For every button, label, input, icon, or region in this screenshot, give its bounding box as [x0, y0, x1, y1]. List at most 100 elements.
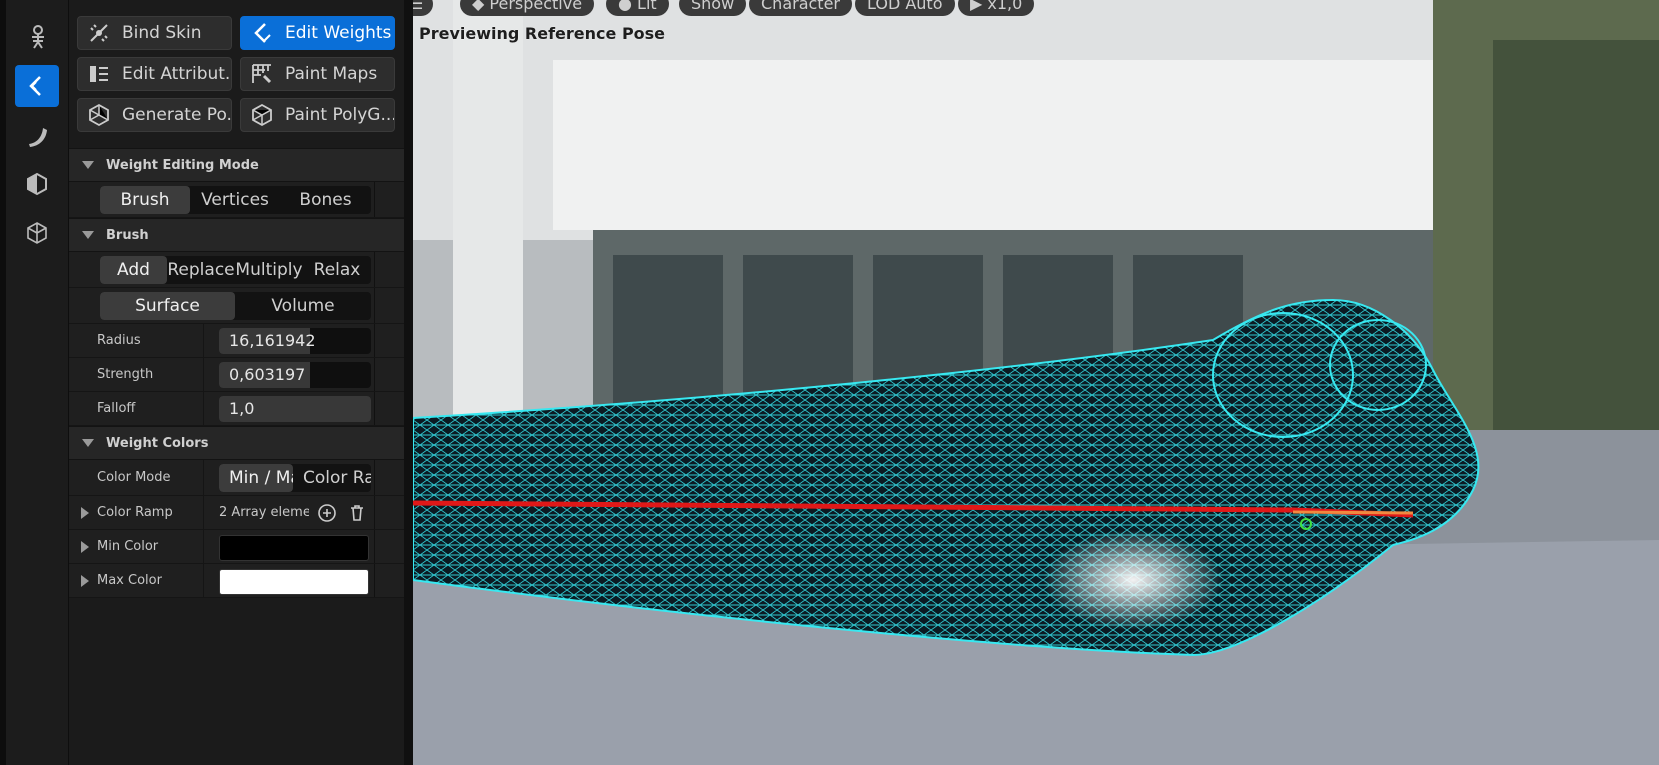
radius-input[interactable]: 16,161942: [219, 328, 371, 354]
edit-attributes-label: Edit Attribut...: [122, 64, 232, 84]
viewport-lod-button[interactable]: LOD Auto: [855, 0, 955, 16]
bind-skin-button[interactable]: Bind Skin: [77, 16, 232, 50]
color-ramp-count: 2 Array elements: [219, 505, 309, 520]
mode-option-vertices[interactable]: Vertices: [190, 186, 280, 214]
panel-splitter[interactable]: [404, 0, 413, 765]
edit-attributes-button[interactable]: Edit Attribut...: [77, 57, 232, 91]
brush-op-replace[interactable]: Replace: [167, 256, 235, 284]
brush-op-row: Add Replace Multiply Relax: [69, 252, 404, 288]
mode-option-brush[interactable]: Brush: [100, 186, 190, 214]
color-mode-row: Color Mode Min / Max Color Ramp: [69, 460, 404, 496]
brush-op-relax[interactable]: Relax: [303, 256, 371, 284]
weight-editing-mode-selector[interactable]: Brush Vertices Bones: [100, 186, 371, 214]
edit-weights-label: Edit Weights: [285, 23, 392, 43]
attributes-mode-button[interactable]: [15, 163, 59, 205]
paint-maps-label: Paint Maps: [285, 64, 378, 84]
max-color-row: Max Color: [69, 564, 404, 598]
strength-row: Strength 0,603197: [69, 358, 404, 392]
paint-polygroups-button[interactable]: Paint PolyG...: [240, 98, 395, 132]
edit-weights-icon: [29, 76, 41, 96]
cube-half-icon: [27, 172, 47, 196]
mesh-mode-button[interactable]: [15, 212, 59, 254]
sidebar-edge: [0, 0, 6, 765]
lit-label: Lit: [637, 0, 657, 13]
color-mode-ramp[interactable]: Color Ramp: [293, 464, 371, 492]
color-mode-label: Color Mode: [97, 470, 171, 485]
bind-skin-label: Bind Skin: [122, 23, 202, 43]
paint-polygroups-label: Paint PolyG...: [285, 105, 395, 125]
radius-row: Radius 16,161942: [69, 324, 404, 358]
color-ramp-row: Color Ramp 2 Array elements: [69, 496, 404, 530]
brush-header[interactable]: Brush: [69, 218, 404, 252]
expand-arrow-icon[interactable]: [81, 541, 89, 553]
weight-colors-header[interactable]: Weight Colors: [69, 426, 404, 460]
character-label: Character: [761, 0, 840, 13]
area-option-volume[interactable]: Volume: [235, 292, 371, 320]
expand-arrow-icon[interactable]: [81, 575, 89, 587]
collapse-arrow-icon: [82, 161, 94, 169]
weight-editing-mode-row: Brush Vertices Bones: [69, 182, 404, 218]
brush-op-selector[interactable]: Add Replace Multiply Relax: [100, 256, 371, 284]
brush-area-row: Surface Volume: [69, 288, 404, 324]
brush-area-selector[interactable]: Surface Volume: [100, 292, 371, 320]
collapse-arrow-icon: [82, 439, 94, 447]
falloff-label: Falloff: [97, 401, 136, 416]
edit-weights-tool-icon: [254, 23, 271, 43]
edit-weights-button[interactable]: Edit Weights: [240, 16, 395, 50]
max-color-label: Max Color: [97, 573, 162, 588]
radius-value: 16,161942: [229, 331, 316, 350]
falloff-value: 1,0: [229, 399, 255, 418]
weight-editing-mode-header[interactable]: Weight Editing Mode: [69, 148, 404, 182]
bind-skin-icon: [90, 24, 108, 42]
strength-value: 0,603197: [229, 365, 306, 384]
paint-maps-icon: [252, 64, 272, 84]
trash-icon[interactable]: [347, 503, 367, 523]
viewport-perspective-button[interactable]: ◆ Perspective: [460, 0, 595, 16]
max-color-swatch[interactable]: [219, 569, 369, 595]
skeleton-icon: [32, 25, 44, 49]
play-icon: ▶: [970, 0, 988, 13]
strength-input[interactable]: 0,603197: [219, 362, 371, 388]
show-label: Show: [691, 0, 735, 13]
play-speed-label: x1,0: [987, 0, 1023, 13]
generate-pose-button[interactable]: Generate Po...: [77, 98, 232, 132]
color-mode-selector[interactable]: Min / Max Color Ramp: [219, 464, 371, 492]
section-title: Weight Editing Mode: [106, 157, 259, 173]
paint-maps-button[interactable]: Paint Maps: [240, 57, 395, 91]
paint-polygroups-icon: [252, 103, 272, 127]
radius-label: Radius: [97, 333, 141, 348]
section-title: Brush: [106, 227, 149, 243]
viewport-play-speed-button[interactable]: ▶ x1,0: [958, 0, 1035, 16]
viewport-show-button[interactable]: Show: [679, 0, 747, 16]
perspective-label: Perspective: [489, 0, 583, 13]
polygon-icon: [27, 222, 47, 244]
sphere-icon: ●: [618, 0, 638, 13]
falloff-input[interactable]: 1,0: [219, 396, 371, 422]
strength-label: Strength: [97, 367, 154, 382]
viewport-scene: [413, 0, 1659, 765]
min-color-swatch[interactable]: [219, 535, 369, 561]
lod-label: LOD Auto: [867, 0, 943, 13]
deform-mode-button[interactable]: [15, 114, 59, 156]
area-option-surface[interactable]: Surface: [100, 292, 235, 320]
viewport-lit-button[interactable]: ● Lit: [606, 0, 669, 16]
edit-attributes-icon: [90, 66, 108, 82]
viewport-status-text: Previewing Reference Pose: [419, 24, 666, 43]
cube-icon: ◆: [472, 0, 490, 13]
section-title: Weight Colors: [106, 435, 209, 451]
generate-pose-label: Generate Po...: [122, 105, 232, 125]
expand-arrow-icon[interactable]: [81, 507, 89, 519]
color-mode-min-max[interactable]: Min / Max: [219, 464, 293, 492]
skin-weights-mode-button[interactable]: [15, 65, 59, 107]
min-color-row: Min Color: [69, 530, 404, 564]
generate-pose-icon: [89, 103, 109, 127]
viewport-character-button[interactable]: Character: [749, 0, 852, 16]
brush-op-add[interactable]: Add: [100, 256, 167, 284]
brush-op-multiply[interactable]: Multiply: [235, 256, 303, 284]
skeleton-mode-button[interactable]: [15, 16, 59, 58]
viewport[interactable]: ☰ ◆ Perspective ● Lit Show Character LOD…: [413, 0, 1659, 765]
add-element-icon[interactable]: [317, 503, 337, 523]
min-color-label: Min Color: [97, 539, 159, 554]
collapse-arrow-icon: [82, 231, 94, 239]
mode-option-bones[interactable]: Bones: [280, 186, 371, 214]
